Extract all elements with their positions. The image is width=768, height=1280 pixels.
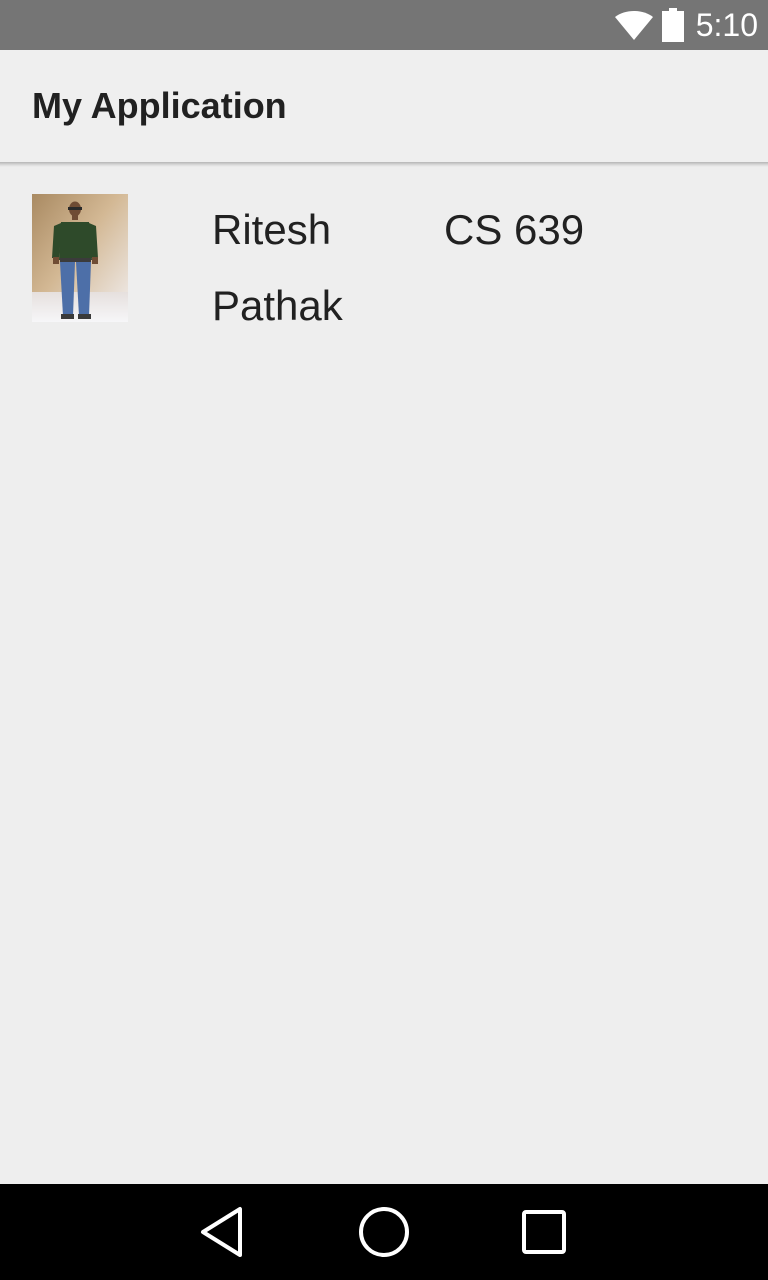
status-bar: 5:10 [0, 0, 768, 50]
action-bar: My Application [0, 50, 768, 162]
home-icon[interactable] [336, 1184, 432, 1280]
content-area: Ritesh Pathak CS 639 [0, 167, 768, 1184]
battery-icon [661, 8, 684, 42]
back-icon[interactable] [174, 1184, 270, 1280]
list-item[interactable]: Ritesh Pathak CS 639 [0, 167, 768, 337]
course-code: CS 639 [444, 206, 585, 253]
app-title: My Application [32, 85, 287, 126]
status-time: 5:10 [695, 7, 758, 43]
student-name: Ritesh Pathak [212, 206, 343, 329]
recents-icon[interactable] [496, 1184, 592, 1280]
status-icons: 5:10 [614, 0, 758, 50]
wifi-icon [614, 9, 654, 41]
person-photo [32, 194, 128, 322]
navigation-bar [0, 1184, 768, 1280]
